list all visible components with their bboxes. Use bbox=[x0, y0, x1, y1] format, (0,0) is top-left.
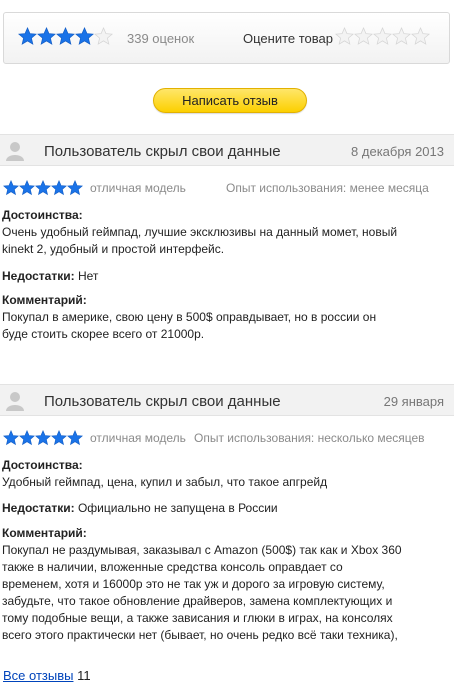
comment-line: буде стоить скорее всего от 21000р. bbox=[2, 327, 205, 341]
user-avatar-icon bbox=[6, 142, 24, 161]
cons-label: Недостатки: bbox=[2, 269, 75, 283]
star-filled-icon bbox=[35, 180, 51, 196]
pros-label: Достоинства: bbox=[2, 208, 83, 222]
comment-line: Покупал в америке, свою цену в 500$ опра… bbox=[2, 310, 377, 324]
review-comment: Комментарий: Покупал не раздумывая, зака… bbox=[2, 525, 450, 644]
rating-count: 339 оценок bbox=[127, 31, 195, 46]
review-pros: Достоинства: Удобный геймпад, цена, купи… bbox=[2, 457, 450, 491]
all-reviews: Все отзывы 11 bbox=[3, 668, 91, 683]
star-empty-icon bbox=[94, 27, 113, 45]
write-review-button[interactable]: Написать отзыв bbox=[153, 88, 307, 113]
pros-line: kinekt 2, удобный и простой интерфейс. bbox=[2, 242, 225, 256]
comment-line: тому подобные вещи, а также зависания и … bbox=[2, 611, 393, 625]
pros-line: Очень удобный геймпад, лучшие эксклюзивы… bbox=[2, 225, 398, 239]
star-filled-icon bbox=[35, 430, 51, 446]
review-date: 8 декабря 2013 bbox=[351, 144, 444, 159]
cons-text: Нет bbox=[77, 269, 99, 283]
star-filled-icon bbox=[51, 430, 67, 446]
star-empty-icon[interactable] bbox=[354, 27, 373, 46]
review-author: Пользователь скрыл свои данные bbox=[44, 143, 281, 160]
pros-line: Удобный геймпад, цена, купил и забыл, чт… bbox=[2, 475, 328, 489]
cons-text: Официально не запущена в России bbox=[77, 501, 278, 515]
star-filled-icon bbox=[51, 180, 67, 196]
all-reviews-count: 11 bbox=[77, 668, 91, 683]
review-header: Пользователь скрыл свои данные 29 января bbox=[0, 384, 454, 416]
review-item: Пользователь скрыл свои данные 29 января… bbox=[0, 384, 454, 654]
comment-line: Покупал не раздумывая, заказывал с Amazo… bbox=[2, 543, 402, 557]
comment-line: забудьте, что такое обновление драйверов… bbox=[2, 594, 393, 608]
review-header: Пользователь скрыл свои данные 8 декабря… bbox=[0, 134, 454, 166]
comment-label: Комментарий: bbox=[2, 526, 87, 540]
comment-label: Комментарий: bbox=[2, 293, 87, 307]
star-filled-icon bbox=[3, 430, 19, 446]
star-filled-icon bbox=[75, 27, 94, 45]
user-avatar-icon bbox=[6, 392, 24, 411]
review-usage: Опыт использования: несколько месяцев bbox=[194, 431, 425, 445]
review-usage: Опыт использования: менее месяца bbox=[226, 181, 429, 195]
review-comment: Комментарий: Покупал в америке, свою цен… bbox=[2, 292, 450, 343]
all-reviews-link[interactable]: Все отзывы bbox=[3, 668, 73, 683]
average-rating-stars bbox=[18, 27, 113, 46]
review-pros: Достоинства: Очень удобный геймпад, лучш… bbox=[2, 207, 450, 258]
review-rating-stars bbox=[3, 180, 83, 196]
review-cons: Недостатки: Нет bbox=[2, 268, 450, 285]
star-empty-icon[interactable] bbox=[411, 27, 430, 46]
star-filled-icon bbox=[18, 27, 37, 45]
pros-label: Достоинства: bbox=[2, 458, 83, 472]
review-author: Пользователь скрыл свои данные bbox=[44, 393, 281, 410]
star-filled-icon bbox=[37, 27, 56, 45]
star-filled-icon bbox=[19, 180, 35, 196]
star-filled-icon bbox=[56, 27, 75, 45]
star-filled-icon bbox=[3, 180, 19, 196]
rate-product-label: Оцените товар bbox=[243, 31, 333, 46]
star-empty-icon[interactable] bbox=[392, 27, 411, 46]
review-date: 29 января bbox=[383, 394, 444, 409]
rating-panel: 339 оценок Оцените товар bbox=[3, 12, 450, 64]
star-filled-icon bbox=[67, 430, 83, 446]
rate-product-stars[interactable] bbox=[335, 27, 430, 46]
cons-label: Недостатки: bbox=[2, 501, 75, 515]
review-verdict: отличная модель bbox=[90, 431, 186, 445]
star-empty-icon[interactable] bbox=[335, 27, 354, 46]
comment-line: всего этого практически нет (бывает, но … bbox=[2, 628, 398, 642]
star-filled-icon bbox=[67, 180, 83, 196]
review-rating-stars bbox=[3, 430, 83, 446]
review-cons: Недостатки: Официально не запущена в Рос… bbox=[2, 500, 450, 517]
comment-line: также в наличии, вложенные средства конс… bbox=[2, 560, 343, 574]
review-item: Пользователь скрыл свои данные 8 декабря… bbox=[0, 134, 454, 354]
star-filled-icon bbox=[19, 430, 35, 446]
star-empty-icon[interactable] bbox=[373, 27, 392, 46]
comment-line: временем, хотя и 16000р это не так уж и … bbox=[2, 577, 385, 591]
review-verdict: отличная модель bbox=[90, 181, 186, 195]
